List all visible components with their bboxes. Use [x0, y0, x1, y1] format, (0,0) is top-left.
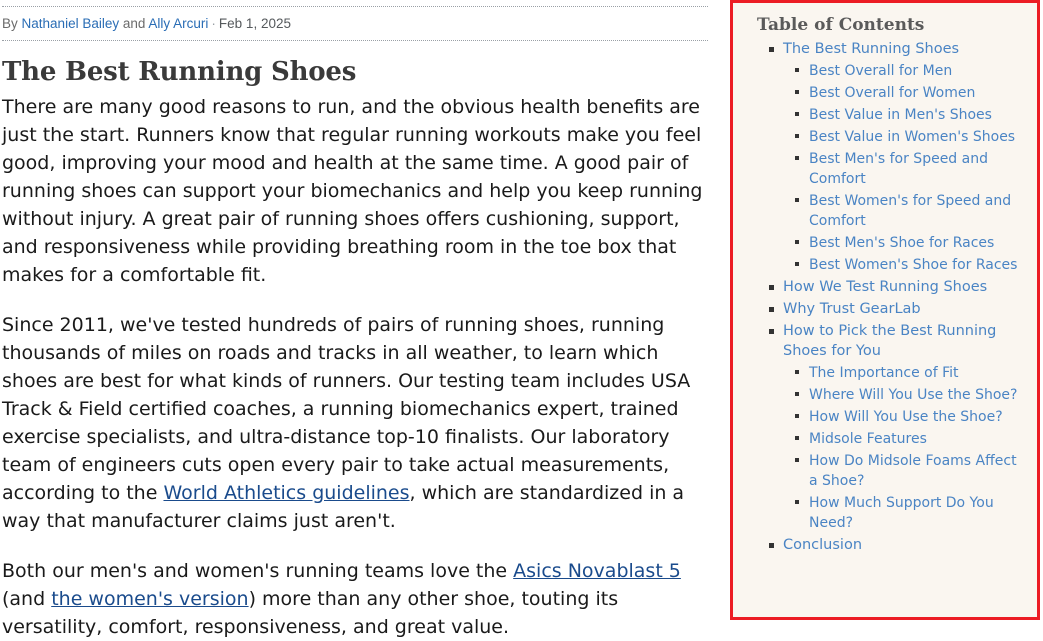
article-paragraph: Since 2011, we've tested hundreds of pai…	[2, 311, 708, 535]
bullet-icon	[769, 329, 774, 334]
bullet-icon	[769, 47, 774, 52]
paragraph-text: (and	[2, 588, 52, 611]
bullet-icon	[795, 68, 799, 72]
byline: By Nathaniel Bailey and Ally Arcuri · Feb …	[2, 6, 708, 42]
bullet-icon	[769, 307, 774, 312]
article-content: By Nathaniel Bailey and Ally Arcuri · Feb …	[0, 0, 716, 638]
toc-link[interactable]: Best Overall for Women	[809, 83, 975, 103]
toc-list-item: Best Women's for Speed and Comfort	[795, 191, 1025, 231]
toc-link[interactable]: How Will You Use the Shoe?	[809, 407, 1003, 427]
toc-link[interactable]: Best Women's for Speed and Comfort	[809, 191, 1025, 231]
byline-prefix: By	[2, 16, 18, 31]
toc-list-item: Where Will You Use the Shoe?	[795, 385, 1025, 405]
toc-link[interactable]: Best Men's for Speed and Comfort	[809, 149, 1025, 189]
toc-list-item: How Will You Use the Shoe?	[795, 407, 1025, 427]
toc-sublist-wrapper: The Importance of Fit Where Will You Use …	[769, 363, 1025, 533]
byline-text: By Nathaniel Bailey and Ally Arcuri · Feb …	[2, 16, 708, 32]
toc-link[interactable]: Best Value in Men's Shoes	[809, 105, 992, 125]
toc-link[interactable]: How to Pick the Best Running Shoes for Y…	[783, 321, 1025, 361]
toc-link[interactable]: Midsole Features	[809, 429, 927, 449]
toc-link[interactable]: How Much Support Do You Need?	[809, 493, 1025, 533]
toc-link[interactable]: Best Men's Shoe for Races	[809, 233, 994, 253]
toc-list-item: Best Women's Shoe for Races	[795, 255, 1025, 275]
asics-novablast-link[interactable]: Asics Novablast 5	[513, 560, 681, 582]
toc-link[interactable]: Best Value in Women's Shoes	[809, 127, 1015, 147]
toc-link[interactable]: Why Trust GearLab	[783, 299, 921, 319]
world-athletics-guidelines-link[interactable]: World Athletics guidelines	[163, 482, 409, 504]
toc-list-item: Conclusion	[769, 535, 1025, 555]
article-page: By Nathaniel Bailey and Ally Arcuri · Feb …	[0, 0, 1043, 638]
toc-title: Table of Contents	[757, 15, 925, 35]
toc-link[interactable]: Best Overall for Men	[809, 61, 952, 81]
toc-link[interactable]: Where Will You Use the Shoe?	[809, 385, 1017, 405]
bullet-icon	[795, 414, 799, 418]
bullet-icon	[795, 156, 799, 160]
bullet-icon	[795, 262, 799, 266]
toc-sublist: The Importance of Fit Where Will You Use …	[769, 363, 1025, 533]
bullet-icon	[795, 240, 799, 244]
author-link-two[interactable]: Ally Arcuri	[148, 16, 208, 31]
bullet-icon	[769, 543, 774, 548]
toc-sublist: Best Overall for Men Best Overall for Wom…	[769, 61, 1025, 275]
bullet-icon	[795, 436, 799, 440]
toc-list-item: Best Value in Women's Shoes	[795, 127, 1025, 147]
bullet-icon	[795, 500, 799, 504]
toc-list-item: How to Pick the Best Running Shoes for Y…	[769, 321, 1025, 361]
author-link-one[interactable]: Nathaniel Bailey	[22, 16, 120, 31]
article-paragraph: There are many good reasons to run, and …	[2, 93, 708, 289]
paragraph-text: Since 2011, we've tested hundreds of pai…	[2, 314, 691, 505]
toc-list-item: How Much Support Do You Need?	[795, 493, 1025, 533]
bullet-icon	[795, 134, 799, 138]
article-paragraph: Both our men's and women's running teams…	[2, 557, 708, 641]
toc-sublist-wrapper: Best Overall for Men Best Overall for Wom…	[769, 61, 1025, 275]
toc-link[interactable]: Conclusion	[783, 535, 862, 555]
page-title: The Best Running Shoes	[2, 57, 357, 88]
toc-list-item: The Best Running Shoes	[769, 39, 1025, 59]
bullet-icon	[795, 370, 799, 374]
toc-link[interactable]: How We Test Running Shoes	[783, 277, 987, 297]
bullet-icon	[795, 198, 799, 202]
bullet-icon	[795, 90, 799, 94]
toc-list-item: Best Value in Men's Shoes	[795, 105, 1025, 125]
toc-list-item: The Importance of Fit	[795, 363, 1025, 383]
byline-separator: ·	[211, 16, 216, 31]
bullet-icon	[795, 112, 799, 116]
toc-link[interactable]: The Importance of Fit	[809, 363, 959, 383]
toc-list-item: How Do Midsole Foams Affect a Shoe?	[795, 451, 1025, 491]
toc-list-item: Midsole Features	[795, 429, 1025, 449]
paragraph-text: There are many good reasons to run, and …	[2, 96, 703, 287]
toc-link[interactable]: The Best Running Shoes	[783, 39, 959, 59]
toc-list: The Best Running Shoes Best Overall for M…	[747, 39, 1025, 555]
toc-list-item: Best Overall for Men	[795, 61, 1025, 81]
bullet-icon	[795, 458, 799, 462]
toc-list-item: Best Men's Shoe for Races	[795, 233, 1025, 253]
womens-version-link[interactable]: the women's version	[51, 588, 248, 610]
toc-link[interactable]: How Do Midsole Foams Affect a Shoe?	[809, 451, 1025, 491]
toc-list-item: Best Men's for Speed and Comfort	[795, 149, 1025, 189]
byline-conjunction: and	[122, 16, 146, 31]
paragraph-text: Both our men's and women's running teams…	[2, 560, 514, 583]
toc-list-item: How We Test Running Shoes	[769, 277, 1025, 297]
bullet-icon	[769, 285, 774, 290]
publish-date: Feb 1, 2025	[218, 16, 291, 31]
toc-list-item: Best Overall for Women	[795, 83, 1025, 103]
bullet-icon	[795, 392, 799, 396]
toc-list-item: Why Trust GearLab	[769, 299, 1025, 319]
toc-link[interactable]: Best Women's Shoe for Races	[809, 255, 1017, 275]
table-of-contents: Table of Contents The Best Running Shoes…	[730, 0, 1040, 620]
